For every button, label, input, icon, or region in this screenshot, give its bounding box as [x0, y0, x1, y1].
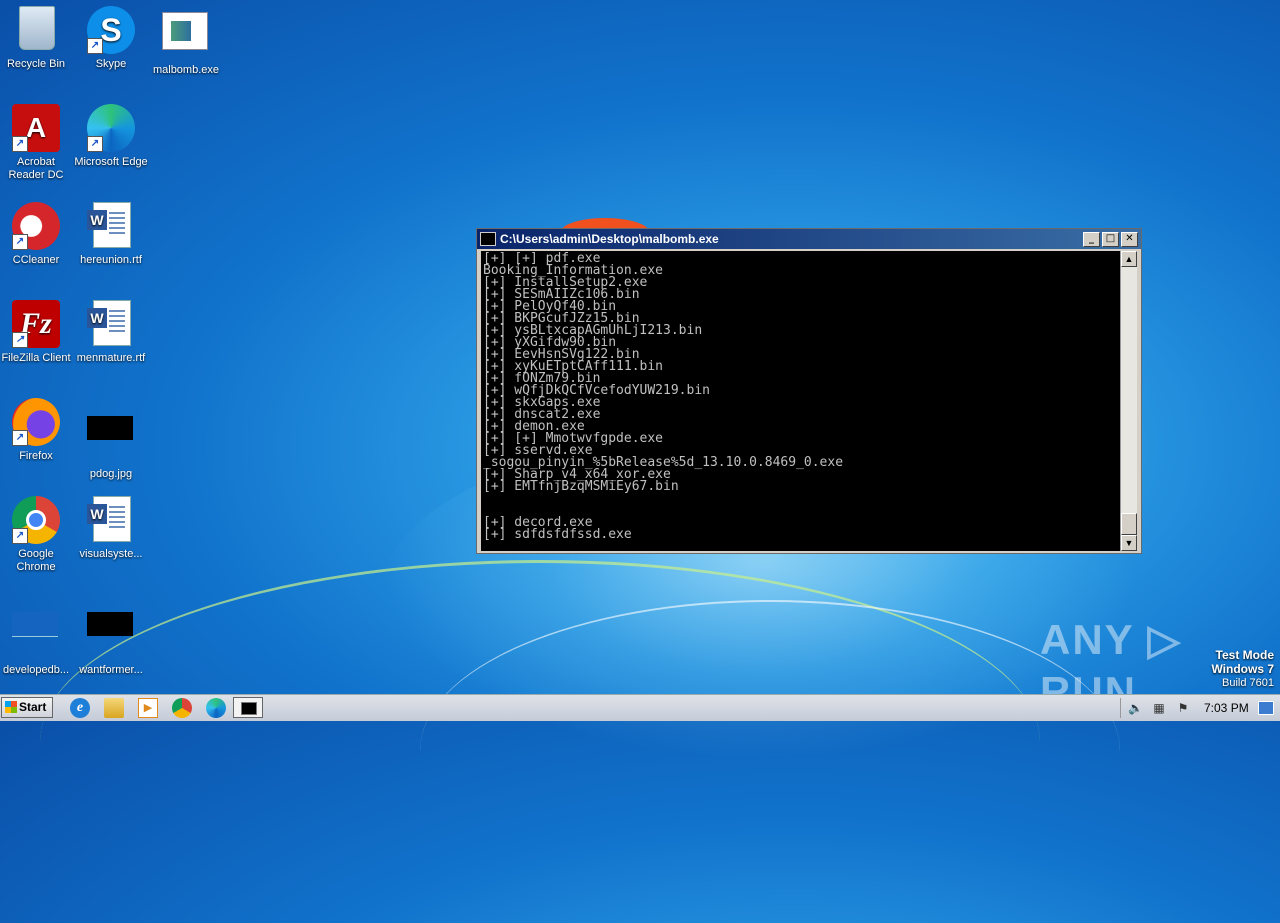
windows-flag-icon — [5, 701, 17, 713]
minimize-button[interactable]: _ — [1083, 231, 1100, 247]
image-thumbnail-icon — [87, 612, 135, 660]
test-mode-line: Test Mode — [1215, 648, 1274, 662]
chrome-icon: ↗ — [12, 496, 60, 544]
console-title: C:\Users\admin\Desktop\malbomb.exe — [500, 232, 719, 246]
acrobat-icon: A ↗ — [12, 104, 60, 152]
build-line: Build 7601 — [1222, 677, 1274, 689]
desktop-icon-pdog[interactable]: pdog.jpg — [73, 398, 149, 481]
image-thumbnail-icon — [87, 416, 135, 464]
desktop-icon-edge[interactable]: ↗ Microsoft Edge — [73, 104, 149, 169]
exe-icon — [162, 12, 210, 60]
network-icon[interactable]: ▦ — [1152, 701, 1166, 715]
desktop-icon-recycle-bin[interactable]: Recycle Bin — [0, 6, 74, 71]
desktop-icon-label: Acrobat Reader DC — [8, 156, 64, 181]
desktop-icon-ccleaner[interactable]: ↗ CCleaner — [0, 202, 74, 267]
start-button[interactable]: Start — [1, 697, 53, 718]
desktop-icon-menmature[interactable]: W menmature.rtf — [73, 300, 149, 365]
media-player-icon[interactable]: ▶ — [138, 698, 158, 718]
desktop-icon-visualsyste[interactable]: W visualsyste... — [73, 496, 149, 561]
vertical-scrollbar[interactable]: ▲ ▼ — [1120, 251, 1137, 551]
word-doc-icon: W — [87, 300, 135, 348]
edge-icon[interactable] — [206, 698, 226, 718]
console-window-icon[interactable] — [233, 697, 263, 718]
desktop-icon-label: malbomb.exe — [152, 64, 220, 76]
desktop-icon-label: pdog.jpg — [89, 468, 133, 480]
recycle-bin-icon — [12, 6, 60, 54]
console-output[interactable]: [+] [+] pdf.exe Booking_Information.exe [+… — [481, 251, 1121, 551]
desktop-icon-wantformer[interactable]: wantformer... — [73, 594, 149, 677]
desktop-icon-label: wantformer... — [79, 664, 143, 676]
windows-explorer-icon[interactable] — [104, 698, 124, 718]
desktop-icon-label: FileZilla Client — [1, 352, 71, 364]
scroll-thumb[interactable] — [1121, 513, 1137, 535]
console-line: [+] EMTfnjBzqMSMiEy67.bin — [483, 479, 679, 494]
filezilla-icon: Fz ↗ — [12, 300, 60, 348]
maximize-button[interactable]: □ — [1102, 231, 1119, 247]
start-label: Start — [19, 700, 47, 714]
ccleaner-icon: ↗ — [12, 202, 60, 250]
taskbar: Start e ▶ 🔈 ▦ ⚑ 7:03 PM — [0, 694, 1280, 721]
console-icon — [480, 232, 496, 246]
chrome-icon[interactable] — [172, 698, 192, 718]
action-center-flag-icon[interactable]: ⚑ — [1176, 701, 1190, 715]
desktop-icon-chrome[interactable]: ↗ Google Chrome — [0, 496, 74, 574]
desktop-icon-firefox[interactable]: ↗ Firefox — [0, 398, 74, 463]
show-desktop-icon[interactable] — [1258, 701, 1274, 715]
desktop-icon-label: hereunion.rtf — [80, 254, 142, 266]
desktop-icon-skype[interactable]: S ↗ Skype — [73, 6, 149, 71]
desktop-icon-filezilla[interactable]: Fz ↗ FileZilla Client — [0, 300, 74, 365]
desktop-icon-label: Firefox — [19, 450, 53, 462]
file-icon — [12, 612, 60, 660]
console-text: [+] [+] pdf.exe Booking_Information.exe [+… — [481, 251, 1121, 543]
clock[interactable]: 7:03 PM — [1204, 701, 1249, 715]
word-doc-icon: W — [87, 202, 135, 250]
wallpaper-arc — [420, 600, 1120, 902]
desktop-icon-label: Microsoft Edge — [74, 156, 148, 168]
skype-icon: S ↗ — [87, 6, 135, 54]
tray-divider — [1120, 698, 1127, 718]
desktop-icon-acrobat[interactable]: A ↗ Acrobat Reader DC — [0, 104, 74, 182]
edge-icon: ↗ — [87, 104, 135, 152]
volume-icon[interactable]: 🔈 — [1128, 701, 1143, 715]
desktop-icon-label: developedb... — [2, 664, 70, 676]
console-window[interactable]: C:\Users\admin\Desktop\malbomb.exe _ □ ✕… — [476, 228, 1142, 554]
console-titlebar[interactable]: C:\Users\admin\Desktop\malbomb.exe _ □ ✕ — [477, 229, 1141, 249]
os-name-line: Windows 7 — [1211, 662, 1274, 676]
desktop-icon-label: Google Chrome — [16, 548, 56, 573]
desktop-icon-label: CCleaner — [12, 254, 60, 266]
firefox-icon: ↗ — [12, 398, 60, 446]
word-doc-icon: W — [87, 496, 135, 544]
desktop-icon-label: Skype — [95, 58, 127, 70]
desktop-icon-developedb[interactable]: developedb... — [0, 594, 74, 677]
desktop-icon-hereunion[interactable]: W hereunion.rtf — [73, 202, 149, 267]
desktop-icon-malbomb[interactable]: malbomb.exe — [148, 6, 224, 77]
scroll-down-button[interactable]: ▼ — [1121, 535, 1137, 551]
console-line: [+] sdfdsfdfssd.exe — [483, 527, 632, 542]
system-tray: 🔈 ▦ ⚑ 7:03 PM — [1120, 695, 1280, 721]
scroll-up-button[interactable]: ▲ — [1121, 251, 1137, 267]
desktop-icon-label: Recycle Bin — [6, 58, 66, 70]
desktop-icon-label: visualsyste... — [79, 548, 143, 560]
close-button[interactable]: ✕ — [1121, 231, 1138, 247]
internet-explorer-icon[interactable]: e — [70, 698, 90, 718]
test-mode-notice: Test Mode Windows 7 Build 7601 — [1211, 648, 1274, 690]
desktop-icon-label: menmature.rtf — [76, 352, 146, 364]
